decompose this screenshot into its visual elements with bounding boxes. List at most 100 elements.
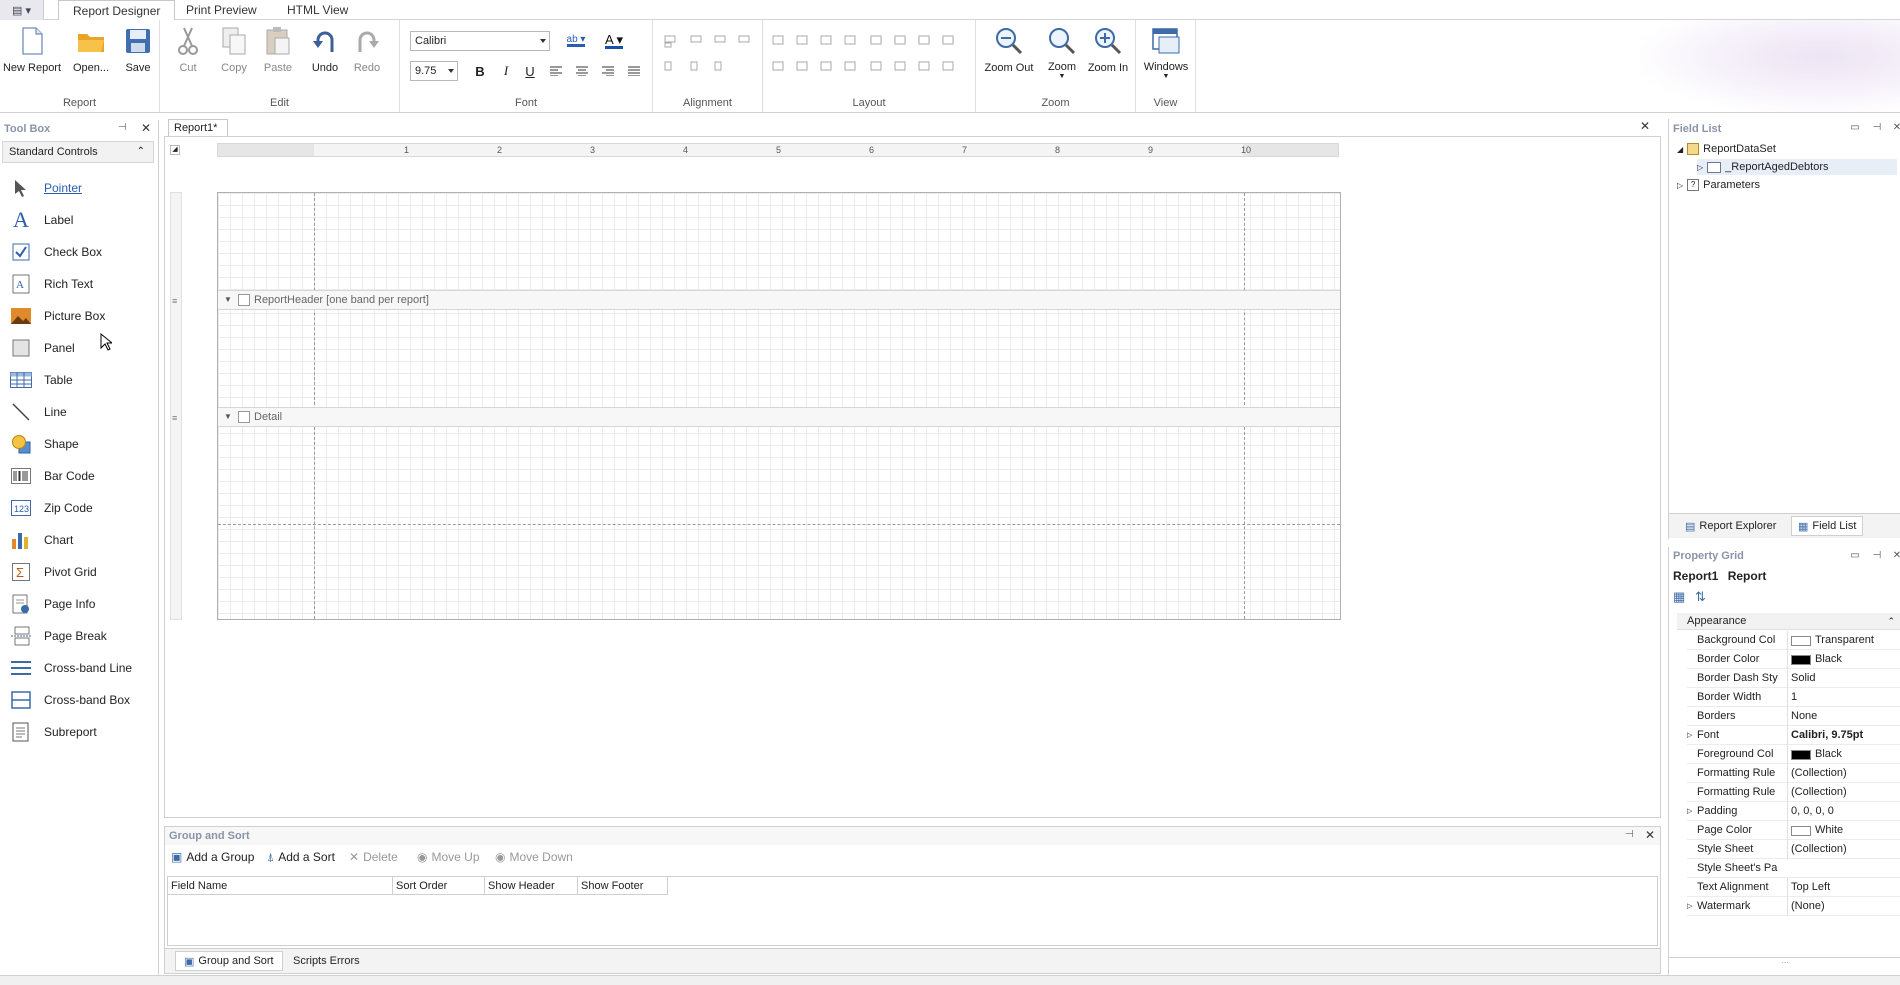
close-icon[interactable]: ✕ <box>1891 550 1900 562</box>
font-family-combo[interactable]: Calibri <box>410 31 550 51</box>
group-sort-close-icon[interactable]: ✕ <box>1645 828 1655 842</box>
tool-line[interactable]: Line <box>10 398 150 426</box>
band-detail[interactable]: ▼ Detail <box>218 407 1340 427</box>
band-collapse-icon[interactable]: ▼ <box>224 291 232 309</box>
band-grip-icon[interactable]: ≡ <box>172 296 177 306</box>
tree-node-reportdataset[interactable]: ◢ ReportDataSet <box>1677 141 1776 157</box>
property-row[interactable]: Style Sheet's Pa <box>1687 859 1900 878</box>
move-up-button[interactable]: ◉ Move Up <box>417 847 480 867</box>
property-value[interactable]: Transparent <box>1787 631 1897 650</box>
close-icon[interactable]: ✕ <box>1891 122 1900 134</box>
tool-panel[interactable]: Panel <box>10 334 150 362</box>
property-row[interactable]: Formatting Rule (Collection) <box>1687 783 1900 802</box>
tool-cross-band-line[interactable]: Cross-band Line <box>10 654 150 682</box>
alphabetical-sort-icon[interactable]: ⇅ <box>1695 589 1713 607</box>
property-value[interactable]: (None) <box>1787 897 1897 916</box>
zoom-button[interactable]: Zoom ▼ <box>1042 24 1082 80</box>
tab-print-preview[interactable]: Print Preview <box>172 0 271 20</box>
property-row[interactable]: Border Width 1 <box>1687 688 1900 707</box>
align-right-button[interactable] <box>598 62 618 80</box>
maximize-icon[interactable]: ▭ <box>1849 122 1861 134</box>
underline-button[interactable]: U <box>520 62 540 80</box>
align-left-button[interactable] <box>546 62 566 80</box>
property-row[interactable]: ▷ Watermark (None) <box>1687 897 1900 916</box>
tab-field-list[interactable]: ▦ Field List <box>1791 516 1864 536</box>
property-row[interactable]: Page Color White <box>1687 821 1900 840</box>
tab-report-explorer[interactable]: ▤ Report Explorer <box>1679 516 1782 536</box>
italic-button[interactable]: I <box>496 62 516 80</box>
zoom-in-button[interactable]: Zoom In <box>1084 24 1132 80</box>
property-value[interactable]: Black <box>1787 745 1897 764</box>
copy-button[interactable]: Copy <box>214 24 254 80</box>
report-page[interactable] <box>217 192 1341 620</box>
delete-button[interactable]: ✕ Delete <box>349 847 398 867</box>
bold-button[interactable]: B <box>470 62 490 80</box>
property-row[interactable]: Foreground Col Black <box>1687 745 1900 764</box>
paste-button[interactable]: Paste <box>258 24 298 80</box>
move-down-button[interactable]: ◉ Move Down <box>495 847 573 867</box>
add-sort-button[interactable]: ⍋ Add a Sort <box>267 847 335 867</box>
tool-label[interactable]: A Label <box>10 206 150 234</box>
property-value[interactable]: (Collection) <box>1787 783 1897 802</box>
property-value[interactable]: (Collection) <box>1787 840 1897 859</box>
document-tab[interactable]: Report1* <box>168 119 228 137</box>
categorized-view-icon[interactable]: ▦ <box>1673 589 1691 607</box>
zoom-out-button[interactable]: Zoom Out <box>982 24 1036 80</box>
property-value[interactable]: None <box>1787 707 1897 726</box>
tab-group-and-sort[interactable]: ▣ Group and Sort <box>175 951 283 971</box>
application-menu-button[interactable]: ▤ ▾ <box>0 0 44 20</box>
property-row[interactable]: Border Dash Sty Solid <box>1687 669 1900 688</box>
tool-table[interactable]: Table <box>10 366 150 394</box>
property-value[interactable]: Solid <box>1787 669 1897 688</box>
tool-cross-band-box[interactable]: Cross-band Box <box>10 686 150 714</box>
tool-rich-text[interactable]: A Rich Text <box>10 270 150 298</box>
tool-picture-box[interactable]: Picture Box <box>10 302 150 330</box>
horizontal-ruler[interactable]: 1 2 3 4 5 6 7 8 9 10 <box>217 143 1339 157</box>
tool-zip-code[interactable]: 123 Zip Code <box>10 494 150 522</box>
tool-bar-code[interactable]: Bar Code <box>10 462 150 490</box>
expand-arrow-icon[interactable]: ▷ <box>1687 726 1692 745</box>
pin-icon[interactable]: ⊣ <box>1871 550 1883 562</box>
tool-page-break[interactable]: Page Break <box>10 622 150 650</box>
property-row[interactable]: Background Col Transparent <box>1687 631 1900 650</box>
property-row[interactable]: ▷ Padding 0, 0, 0, 0 <box>1687 802 1900 821</box>
tool-shape[interactable]: Shape <box>10 430 150 458</box>
undo-button[interactable]: Undo <box>308 24 342 80</box>
property-value[interactable]: White <box>1787 821 1897 840</box>
band-report-header[interactable]: ▼ ReportHeader [one band per report] <box>218 290 1340 310</box>
windows-button[interactable]: Windows ▼ <box>1142 24 1190 80</box>
tree-node-reportageddebtors[interactable]: ▷ _ReportAgedDebtors <box>1697 159 1897 175</box>
align-center-button[interactable] <box>572 62 592 80</box>
tab-html-view[interactable]: HTML View <box>273 0 362 20</box>
new-report-button[interactable]: New Report <box>2 24 62 80</box>
col-show-header[interactable]: Show Header <box>485 877 578 895</box>
tool-subreport[interactable]: Subreport <box>10 718 150 746</box>
toolbox-close-icon[interactable]: ✕ <box>141 121 151 135</box>
col-field-name[interactable]: Field Name <box>168 877 393 895</box>
resize-grip-icon[interactable]: ⋯ <box>1669 957 1900 975</box>
justify-button[interactable] <box>624 62 644 80</box>
property-value[interactable]: 0, 0, 0, 0 <box>1787 802 1897 821</box>
tool-pointer[interactable]: Pointer <box>10 174 150 202</box>
expand-arrow-icon[interactable]: ▷ <box>1687 897 1692 916</box>
tab-scripts-errors[interactable]: Scripts Errors <box>285 951 368 971</box>
property-value[interactable]: 1 <box>1787 688 1897 707</box>
tree-node-parameters[interactable]: ▷ ? Parameters <box>1677 177 1760 193</box>
tool-page-info[interactable]: Page Info <box>10 590 150 618</box>
band-collapse-icon[interactable]: ▼ <box>224 408 232 426</box>
cut-button[interactable]: Cut <box>170 24 206 80</box>
vertical-ruler[interactable] <box>170 192 182 620</box>
pin-icon[interactable]: ⊣ <box>1625 829 1634 840</box>
property-value[interactable]: (Collection) <box>1787 764 1897 783</box>
document-close-icon[interactable]: ✕ <box>1640 119 1650 133</box>
property-row[interactable]: ▷ Font Calibri, 9.75pt <box>1687 726 1900 745</box>
add-group-button[interactable]: ▣ Add a Group <box>171 847 254 867</box>
property-value[interactable]: Calibri, 9.75pt <box>1787 726 1897 745</box>
redo-button[interactable]: Redo <box>350 24 384 80</box>
category-appearance[interactable]: Appearance ⌃ <box>1677 613 1900 630</box>
col-sort-order[interactable]: Sort Order <box>393 877 485 895</box>
property-row[interactable]: Style Sheet (Collection) <box>1687 840 1900 859</box>
tool-chart[interactable]: Chart <box>10 526 150 554</box>
property-row[interactable]: Formatting Rule (Collection) <box>1687 764 1900 783</box>
pin-icon[interactable]: ⊣ <box>118 122 127 133</box>
